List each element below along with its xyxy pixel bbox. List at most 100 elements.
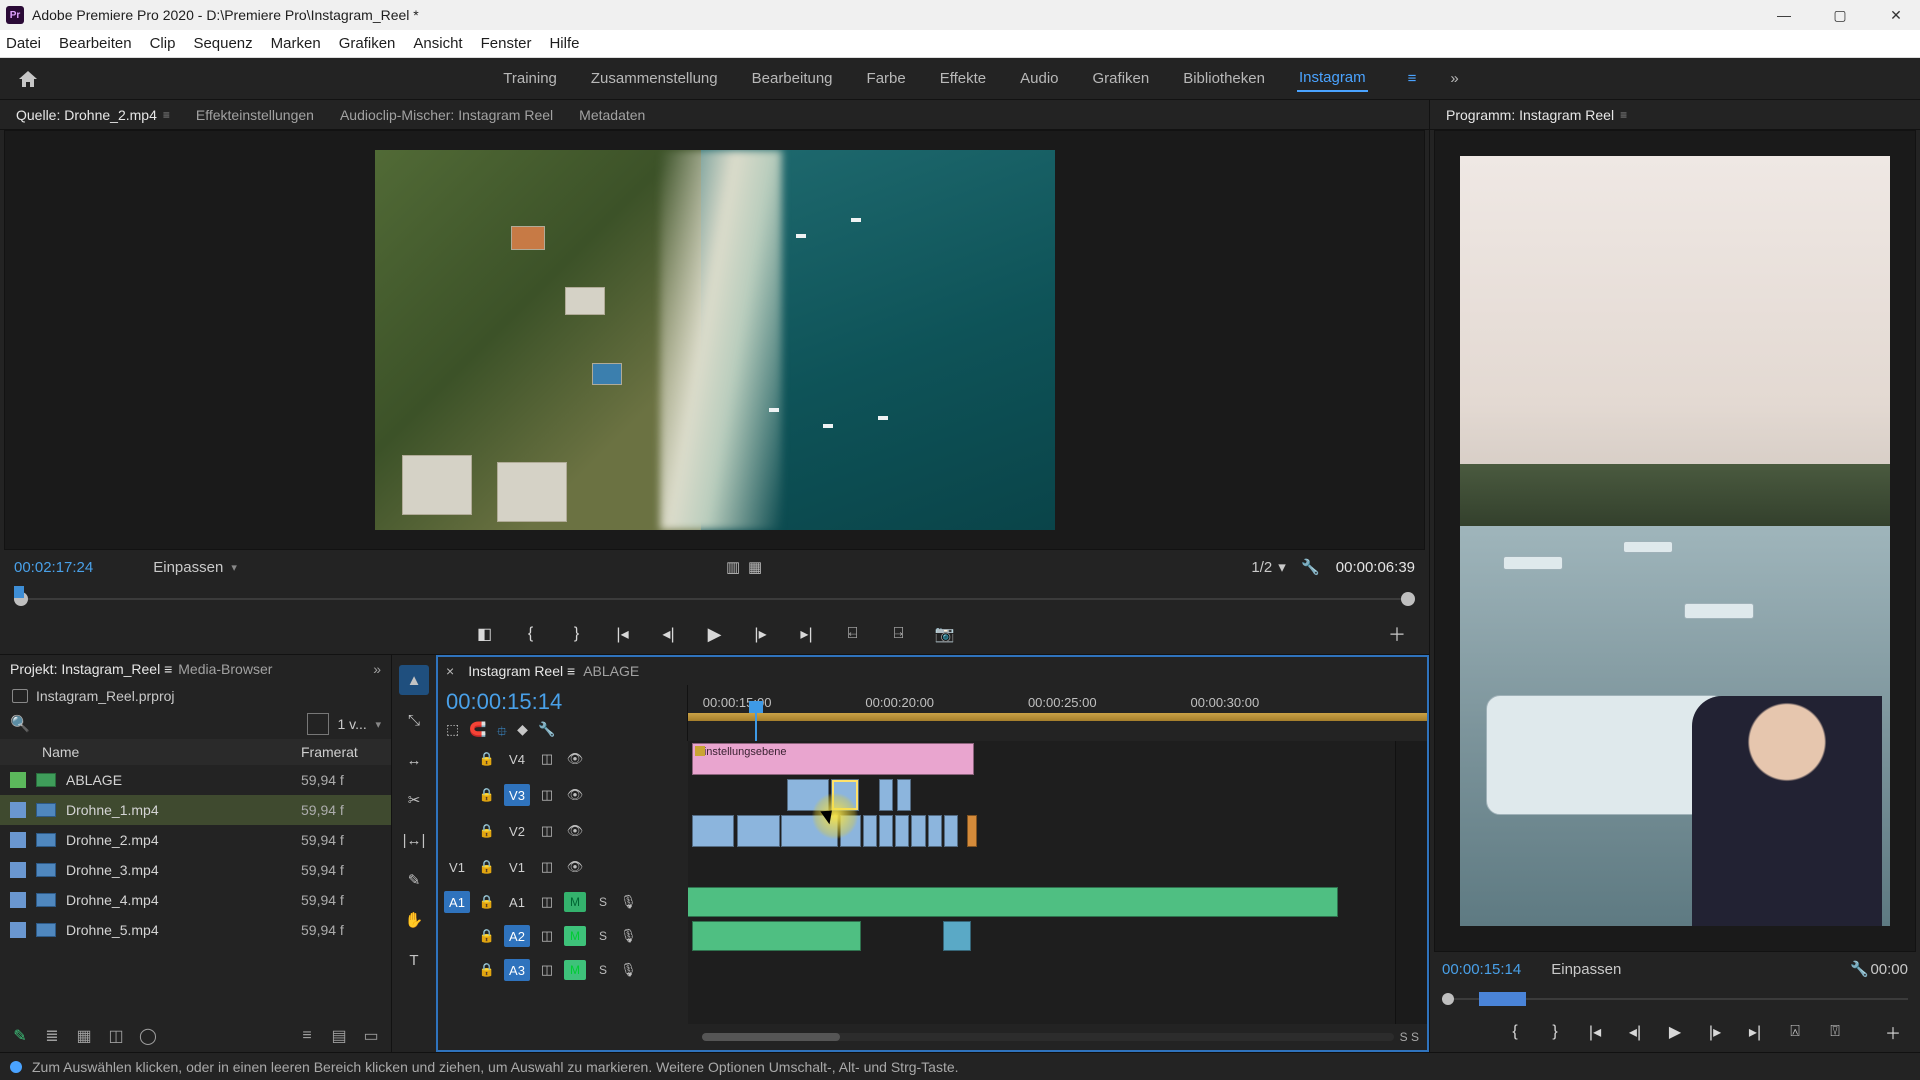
add-button-icon[interactable]: ＋ xyxy=(1383,620,1411,648)
timeline-tab-ablage[interactable]: ABLAGE xyxy=(583,663,639,679)
play-button[interactable]: ▶ xyxy=(1662,1019,1688,1045)
timeline-track-area[interactable]: Einstellungsebene xyxy=(688,741,1395,1024)
menu-sequenz[interactable]: Sequenz xyxy=(193,35,252,52)
zoom-slider-icon[interactable]: ◯ xyxy=(138,1026,158,1046)
step-forward-button[interactable]: |▸ xyxy=(747,620,775,648)
track-target[interactable]: A2 xyxy=(504,925,530,947)
menu-hilfe[interactable]: Hilfe xyxy=(549,35,579,52)
voiceover-icon[interactable]: 🎙 xyxy=(620,928,637,944)
program-fit-dropdown[interactable]: Einpassen xyxy=(1551,961,1621,978)
source-insert-icon[interactable]: ▥ xyxy=(722,556,744,578)
workspace-overflow-icon[interactable]: » xyxy=(1450,70,1458,87)
track-header-v4[interactable]: 🔒 V4 ◫ 👁 xyxy=(438,741,688,777)
workspace-tab-farbe[interactable]: Farbe xyxy=(865,66,908,91)
track-header-v1[interactable]: V1 🔒 V1 ◫ 👁 xyxy=(438,849,688,885)
step-back-button[interactable]: ◂| xyxy=(1622,1019,1648,1045)
workspace-tab-audio[interactable]: Audio xyxy=(1018,66,1060,91)
timeline-ruler[interactable]: 00:00:15:00 00:00:20:00 00:00:25:00 00:0… xyxy=(688,685,1427,741)
voiceover-icon[interactable]: 🎙 xyxy=(620,962,637,978)
menu-grafiken[interactable]: Grafiken xyxy=(339,35,396,52)
timeline-audio-clip[interactable] xyxy=(688,887,1338,917)
wrench-icon[interactable]: 🔧 xyxy=(1300,556,1322,578)
wrench-icon[interactable]: 🔧 xyxy=(1848,958,1870,980)
track-target[interactable]: V2 xyxy=(504,820,530,842)
menu-fenster[interactable]: Fenster xyxy=(481,35,532,52)
source-patch[interactable] xyxy=(444,748,470,770)
project-item-drohne5[interactable]: Drohne_5.mp4 59,94 f xyxy=(0,915,391,945)
project-tab-projekt[interactable]: Projekt: Instagram_Reel ≡ xyxy=(10,661,172,677)
workspace-tab-training[interactable]: Training xyxy=(501,66,559,91)
track-target[interactable]: V1 xyxy=(504,856,530,878)
menu-marken[interactable]: Marken xyxy=(271,35,321,52)
source-tab-quelle[interactable]: Quelle: Drohne_2.mp4 ≡ xyxy=(10,103,176,127)
source-fit-dropdown[interactable]: Einpassen xyxy=(153,559,223,576)
source-viewport[interactable] xyxy=(4,130,1425,550)
source-patch[interactable] xyxy=(444,820,470,842)
solo-button[interactable]: S xyxy=(592,926,614,946)
window-minimize-button[interactable]: — xyxy=(1760,0,1808,30)
lock-icon[interactable]: 🔒 xyxy=(476,925,498,947)
eye-icon[interactable]: 👁 xyxy=(564,820,586,842)
step-forward-button[interactable]: |▸ xyxy=(1702,1019,1728,1045)
panel-menu-icon[interactable]: ≡ xyxy=(1620,108,1627,122)
hand-tool[interactable]: ✋ xyxy=(399,905,429,935)
track-target[interactable]: A1 xyxy=(504,891,530,913)
extract-button[interactable]: ⍔ xyxy=(1822,1019,1848,1045)
chevron-down-icon[interactable]: ▾ xyxy=(231,561,237,574)
timeline-clip[interactable] xyxy=(840,815,861,847)
track-target[interactable]: A3 xyxy=(504,959,530,981)
mark-out-icon[interactable]: } xyxy=(1542,1019,1568,1045)
source-tab-audioclip-mischer[interactable]: Audioclip-Mischer: Instagram Reel xyxy=(334,103,559,127)
step-back-button[interactable]: ◂| xyxy=(655,620,683,648)
sync-lock-icon[interactable]: ◫ xyxy=(536,784,558,806)
track-header-v3[interactable]: 🔒 V3 ◫ 👁 xyxy=(438,777,688,813)
workspace-tab-zusammenstellung[interactable]: Zusammenstellung xyxy=(589,66,720,91)
bin-icon[interactable] xyxy=(12,689,28,703)
eye-icon[interactable]: 👁 xyxy=(564,748,586,770)
timeline-clip[interactable] xyxy=(879,815,893,847)
eye-icon[interactable]: 👁 xyxy=(564,856,586,878)
chevron-down-icon[interactable]: ▾ xyxy=(1278,558,1286,576)
project-view-toggle-icon[interactable] xyxy=(307,713,329,735)
project-tab-mediabrowser[interactable]: Media-Browser xyxy=(178,661,272,677)
track-select-tool[interactable]: ⤡ xyxy=(399,705,429,735)
timeline-clip[interactable] xyxy=(863,815,877,847)
source-patch[interactable] xyxy=(444,925,470,947)
freeform-view-icon[interactable]: ◫ xyxy=(106,1026,126,1046)
track-header-a1[interactable]: A1 🔒 A1 ◫ M S 🎙 xyxy=(438,885,688,919)
panel-menu-icon[interactable]: ≡ xyxy=(567,663,575,679)
timeline-clip[interactable] xyxy=(692,815,734,847)
source-tab-effekteinstellungen[interactable]: Effekteinstellungen xyxy=(190,103,320,127)
program-scrub-bar[interactable] xyxy=(1442,986,1908,1012)
sort-icon[interactable]: ≡ xyxy=(297,1026,317,1046)
project-search-input[interactable] xyxy=(38,713,300,735)
lock-icon[interactable]: 🔒 xyxy=(476,891,498,913)
menu-bearbeiten[interactable]: Bearbeiten xyxy=(59,35,132,52)
export-frame-button[interactable]: 📷 xyxy=(931,620,959,648)
mark-out-icon[interactable]: } xyxy=(563,620,591,648)
chevron-down-icon[interactable]: ▾ xyxy=(375,718,381,731)
panel-menu-icon[interactable]: ≡ xyxy=(164,661,172,677)
mute-button[interactable]: M xyxy=(564,960,586,980)
timeline-clip[interactable] xyxy=(787,779,829,811)
timeline-zoom-bar[interactable]: S S xyxy=(438,1024,1427,1050)
go-to-in-button[interactable]: |◂ xyxy=(1582,1019,1608,1045)
home-icon[interactable] xyxy=(14,65,42,93)
eye-icon[interactable]: 👁 xyxy=(564,784,586,806)
source-in-timecode[interactable]: 00:02:17:24 xyxy=(14,559,93,576)
timeline-playhead-timecode[interactable]: 00:00:15:14 xyxy=(446,689,679,715)
panel-overflow-icon[interactable]: » xyxy=(373,661,381,677)
mark-in-icon[interactable]: { xyxy=(1502,1019,1528,1045)
program-viewport[interactable] xyxy=(1434,130,1916,952)
search-icon[interactable]: 🔍 xyxy=(10,714,30,734)
project-item-ablage[interactable]: ABLAGE 59,94 f xyxy=(0,765,391,795)
source-resolution-dropdown[interactable]: 1/2 xyxy=(1251,559,1272,576)
lock-icon[interactable]: 🔒 xyxy=(476,856,498,878)
solo-button[interactable]: S xyxy=(592,892,614,912)
workspace-tab-effekte[interactable]: Effekte xyxy=(938,66,988,91)
mark-in-icon[interactable]: { xyxy=(517,620,545,648)
play-button[interactable]: ▶ xyxy=(701,620,729,648)
sync-lock-icon[interactable]: ◫ xyxy=(536,748,558,770)
workspace-tab-bearbeitung[interactable]: Bearbeitung xyxy=(750,66,835,91)
timeline-clip[interactable] xyxy=(831,779,859,811)
